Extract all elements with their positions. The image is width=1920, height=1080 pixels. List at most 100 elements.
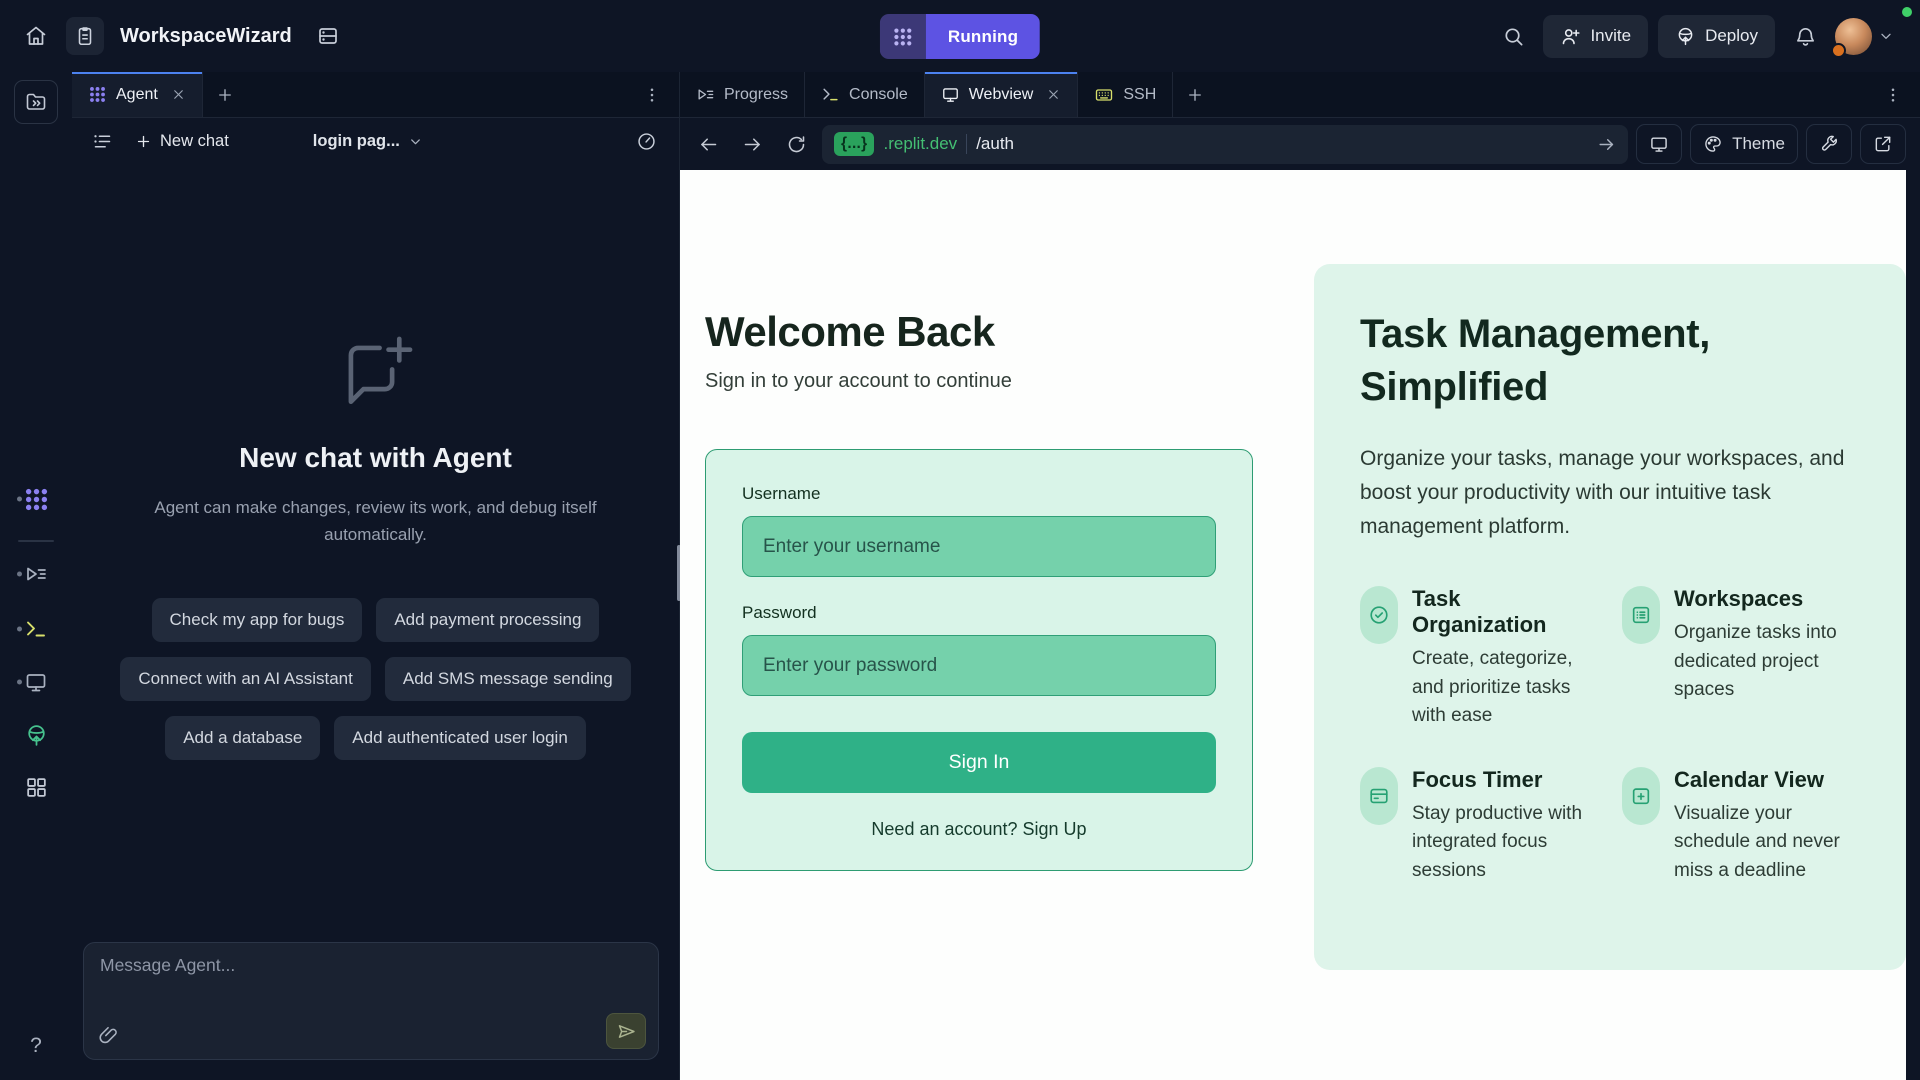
invite-button[interactable]: Invite xyxy=(1543,15,1648,58)
url-path: /auth xyxy=(976,134,1588,154)
kebab-icon xyxy=(1884,86,1902,104)
rail-progress-button[interactable] xyxy=(0,559,72,589)
feature-task-organization: Task Organization Create, categorize, an… xyxy=(1360,586,1598,731)
workspace-panel: Progress Console Webview SSH {...} .repl… xyxy=(680,72,1920,1080)
url-host: .replit.dev xyxy=(883,134,957,154)
suggestion-chip[interactable]: Add SMS message sending xyxy=(385,657,631,701)
chevron-down-icon xyxy=(1878,28,1894,44)
notifications-button[interactable] xyxy=(1785,16,1825,56)
rail-console-button[interactable] xyxy=(0,614,72,644)
go-arrow-icon[interactable] xyxy=(1597,135,1616,154)
rail-agent-button[interactable] xyxy=(0,484,72,514)
send-message-button[interactable] xyxy=(606,1013,646,1049)
file-tree-toggle-button[interactable] xyxy=(14,80,58,124)
new-tab-button[interactable] xyxy=(1173,72,1217,117)
login-form-card: Username Password Sign In Need an accoun… xyxy=(705,449,1253,871)
rail-deployments-button[interactable] xyxy=(0,720,72,750)
settings-wrench-button[interactable] xyxy=(1806,124,1852,164)
empty-state-description: Agent can make changes, review its work,… xyxy=(141,494,611,548)
agent-icon xyxy=(88,85,107,104)
password-field[interactable] xyxy=(742,635,1216,696)
feature-description: Stay productive with integrated focus se… xyxy=(1412,800,1598,886)
chat-history-button[interactable] xyxy=(84,125,121,158)
person-plus-icon xyxy=(1560,26,1581,47)
message-composer[interactable] xyxy=(83,942,659,1060)
suggestion-chip[interactable]: Add payment processing xyxy=(376,598,599,642)
suggestion-chip[interactable]: Add authenticated user login xyxy=(334,716,586,760)
theme-label: Theme xyxy=(1732,134,1785,154)
password-label: Password xyxy=(742,603,1216,623)
new-tab-button[interactable] xyxy=(203,72,247,117)
console-icon xyxy=(24,617,48,641)
theme-button[interactable]: Theme xyxy=(1690,124,1798,164)
monitor-icon xyxy=(24,670,48,694)
webview-page: Welcome Back Sign in to your account to … xyxy=(680,170,1906,1080)
workspace-panel-menu-button[interactable] xyxy=(1876,72,1910,117)
agent-icon xyxy=(23,486,50,513)
message-input[interactable] xyxy=(100,955,642,1007)
sign-up-link[interactable]: Need an account? Sign Up xyxy=(742,819,1216,840)
help-button[interactable]: ? xyxy=(0,1034,72,1058)
calendar-plus-icon xyxy=(1622,767,1660,825)
avatar xyxy=(1835,18,1872,55)
deploy-button[interactable]: Deploy xyxy=(1658,15,1775,58)
tab-console-label: Console xyxy=(849,86,908,104)
feature-title: Task Organization xyxy=(1412,586,1598,638)
feature-workspaces: Workspaces Organize tasks into dedicated… xyxy=(1622,586,1860,731)
tab-webview[interactable]: Webview xyxy=(925,72,1079,117)
app-title: WorkspaceWizard xyxy=(120,25,292,48)
tab-ssh-label: SSH xyxy=(1123,86,1156,104)
url-input[interactable]: {...} .replit.dev /auth xyxy=(822,125,1628,164)
plus-icon xyxy=(135,133,152,150)
wrench-icon xyxy=(1819,134,1839,154)
back-button[interactable] xyxy=(690,126,726,162)
sign-in-button[interactable]: Sign In xyxy=(742,732,1216,793)
open-external-button[interactable] xyxy=(1860,124,1906,164)
palette-icon xyxy=(1703,134,1723,154)
feature-calendar-view: Calendar View Visualize your schedule an… xyxy=(1622,767,1860,886)
suggestion-chip[interactable]: Check my app for bugs xyxy=(152,598,363,642)
refresh-button[interactable] xyxy=(778,126,814,162)
usage-gauge-button[interactable] xyxy=(628,125,665,158)
suggestion-chip[interactable]: Connect with an AI Assistant xyxy=(120,657,371,701)
progress-icon xyxy=(696,85,715,104)
username-label: Username xyxy=(742,484,1216,504)
rail-all-tools-button[interactable] xyxy=(0,772,72,802)
check-circle-icon xyxy=(1360,586,1398,644)
new-chat-label: New chat xyxy=(160,132,229,151)
tab-webview-label: Webview xyxy=(969,86,1034,104)
tab-ssh[interactable]: SSH xyxy=(1078,72,1173,117)
tab-console[interactable]: Console xyxy=(805,72,925,117)
page-subtitle: Sign in to your account to continue xyxy=(705,370,1012,393)
tab-progress[interactable]: Progress xyxy=(680,72,805,117)
workspace-layout-button[interactable] xyxy=(308,16,348,56)
close-icon[interactable] xyxy=(171,87,186,102)
deploy-icon xyxy=(1675,26,1696,47)
feature-title: Calendar View xyxy=(1674,767,1860,793)
close-icon[interactable] xyxy=(1046,87,1061,102)
promo-card: Task Management, Simplified Organize you… xyxy=(1314,264,1906,970)
forward-button[interactable] xyxy=(734,126,770,162)
agent-panel-menu-button[interactable] xyxy=(635,72,669,117)
run-status-button[interactable]: Running xyxy=(880,14,1040,59)
new-chat-button[interactable]: New chat xyxy=(127,126,237,157)
suggestion-chip[interactable]: Add a database xyxy=(165,716,320,760)
url-separator xyxy=(966,134,967,154)
tab-agent[interactable]: Agent xyxy=(72,72,203,117)
chat-selector-label: login pag... xyxy=(313,132,400,151)
home-icon xyxy=(24,24,48,48)
deploy-label: Deploy xyxy=(1705,26,1758,46)
username-field[interactable] xyxy=(742,516,1216,577)
chat-selector-dropdown[interactable]: login pag... xyxy=(313,132,423,151)
feature-title: Workspaces xyxy=(1674,586,1860,612)
attach-file-button[interactable] xyxy=(98,1025,120,1047)
feature-grid: Task Organization Create, categorize, an… xyxy=(1360,586,1860,885)
rail-webview-button[interactable] xyxy=(0,667,72,697)
devtools-button[interactable] xyxy=(1636,124,1682,164)
agent-toolbar: New chat login pag... xyxy=(72,118,679,164)
chevron-down-icon xyxy=(408,134,423,149)
feature-description: Visualize your schedule and never miss a… xyxy=(1674,800,1860,886)
account-menu[interactable] xyxy=(1835,18,1894,55)
search-button[interactable] xyxy=(1493,16,1533,56)
home-button[interactable] xyxy=(16,16,56,56)
